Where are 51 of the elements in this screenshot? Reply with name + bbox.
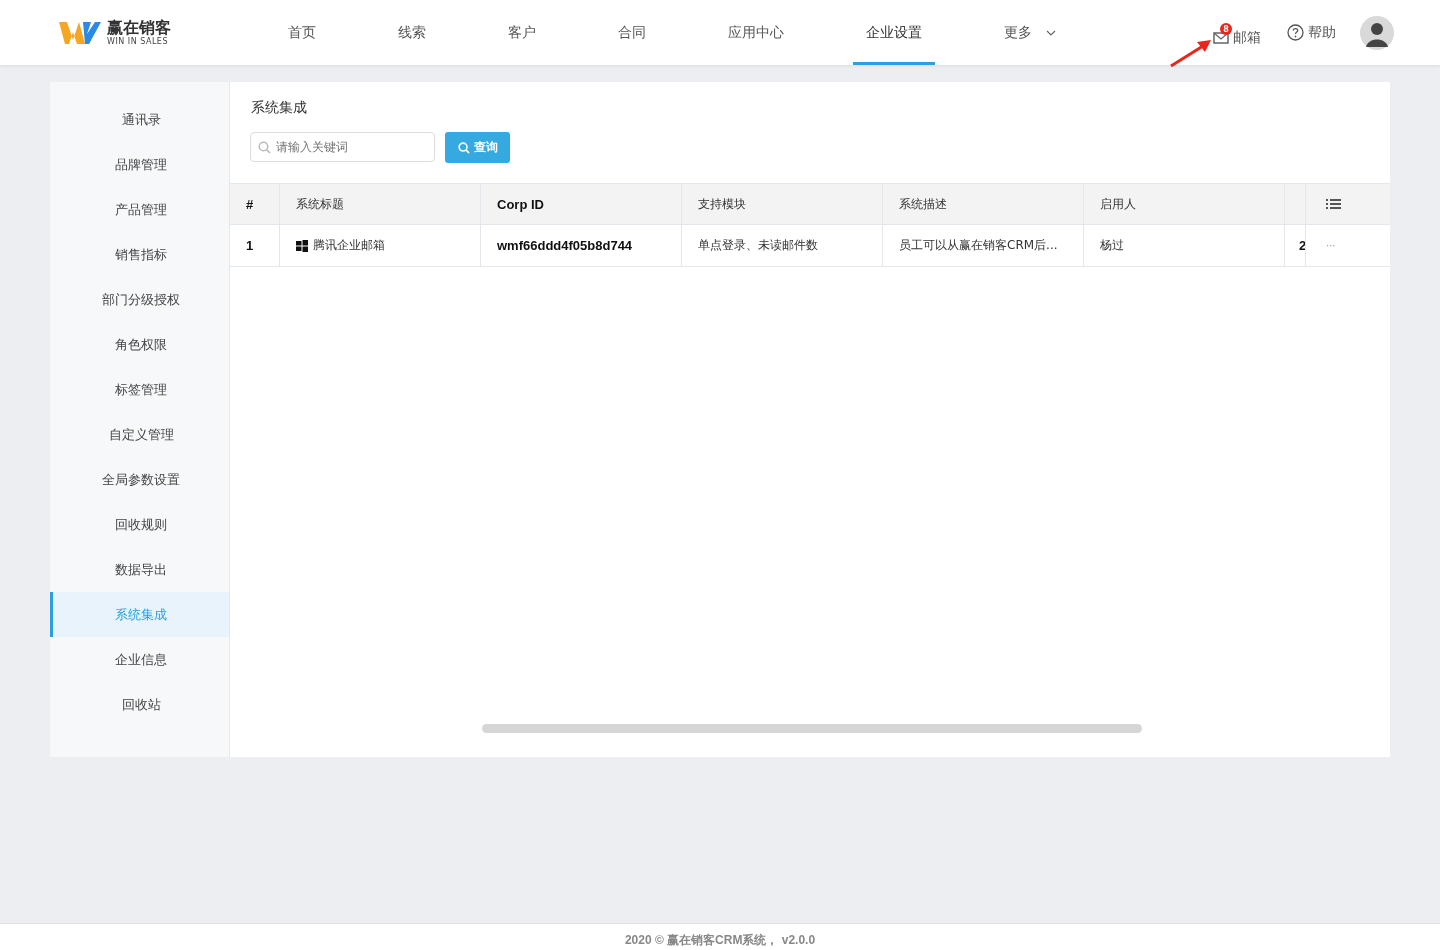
sidebar-item[interactable]: 回收站	[50, 682, 229, 727]
table-cell: 腾讯企业邮箱	[313, 237, 385, 254]
column-header: 系统描述	[899, 195, 947, 213]
search-field[interactable]: 请输入关键词	[250, 132, 435, 162]
sidebar-item[interactable]: 部门分级授权	[50, 277, 229, 322]
column-list-icon[interactable]	[1326, 198, 1341, 210]
table-cell: 单点登录、未读邮件数	[698, 237, 818, 254]
sidebar-item[interactable]: 自定义管理	[50, 412, 229, 457]
sidebar-item[interactable]: 角色权限	[50, 322, 229, 367]
horizontal-scrollbar[interactable]	[482, 724, 1142, 733]
table-cell: 2	[1299, 238, 1305, 253]
column-header: 支持模块	[698, 195, 746, 213]
sidebar-item[interactable]: 标签管理	[50, 367, 229, 412]
sidebar-item[interactable]: 数据导出	[50, 547, 229, 592]
column-header: #	[246, 196, 254, 212]
page-title: 系统集成	[250, 98, 308, 115]
windows-icon	[296, 239, 308, 252]
column-header: Corp ID	[497, 196, 544, 212]
column-header: 系统标题	[296, 195, 344, 213]
table-cell: 1	[246, 238, 254, 253]
logo-tagline: WIN IN SALES	[107, 36, 169, 47]
sidebar-item[interactable]: 品牌管理	[50, 142, 229, 187]
help-icon	[1287, 24, 1304, 41]
sidebar-item[interactable]: 销售指标	[50, 232, 229, 277]
nav-tab[interactable]: 客户	[495, 0, 549, 65]
caret-icon	[1046, 29, 1056, 36]
logo-name: 赢在销客	[107, 18, 171, 37]
nav-tab[interactable]: 线索	[385, 0, 439, 65]
sidebar-item[interactable]: 通讯录	[50, 97, 229, 142]
nav-tab[interactable]: 企业设置	[853, 0, 935, 65]
mailbox-icon	[1213, 31, 1229, 44]
help-link[interactable]: 帮助	[1287, 23, 1336, 42]
search-icon	[457, 141, 470, 154]
mailbox-link[interactable]: 8 邮箱	[1213, 18, 1263, 47]
nav-tab[interactable]: 首页	[275, 0, 329, 65]
sidebar-item[interactable]: 回收规则	[50, 502, 229, 547]
annotation-arrow	[1169, 37, 1213, 68]
sidebar-item[interactable]: 产品管理	[50, 187, 229, 232]
footer-text: 2020 © 赢在销客CRM系统， v2.0.0	[0, 923, 1440, 950]
sidebar-item[interactable]: 企业信息	[50, 637, 229, 682]
column-header: 启用人	[1100, 195, 1136, 213]
table-cell: wmf66ddd4f05b8d744	[497, 238, 633, 253]
table-cell: 员工可以从赢在销客CRM后...	[899, 237, 1058, 254]
nav-tab[interactable]: 合同	[605, 0, 659, 65]
unread-badge: 8	[1220, 23, 1232, 35]
nav-tab[interactable]: 应用中心	[715, 0, 797, 65]
logo-icon	[59, 19, 101, 46]
avatar[interactable]	[1360, 15, 1394, 50]
nav-tab[interactable]: 更多	[991, 0, 1069, 65]
sidebar-item[interactable]: 全局参数设置	[50, 457, 229, 502]
table-cell: 杨过	[1100, 237, 1124, 254]
